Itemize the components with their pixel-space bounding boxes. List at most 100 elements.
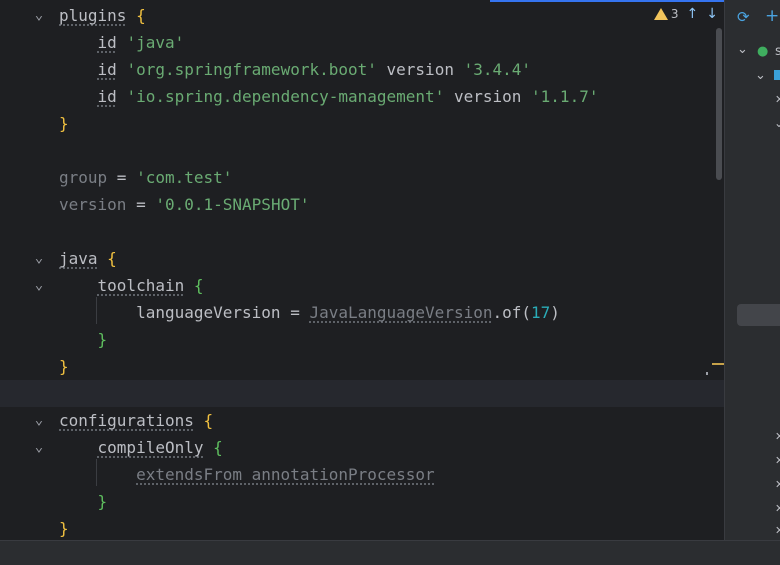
code-text: java {	[59, 245, 117, 272]
code-token: }	[59, 357, 69, 376]
code-line[interactable]: }	[0, 110, 724, 137]
indent-guide	[96, 459, 97, 486]
sync-icon[interactable]: ⟳	[737, 8, 750, 26]
code-line[interactable]: ⌄ compileOnly {	[0, 434, 724, 461]
code-line[interactable]: ⌄ plugins {	[0, 2, 724, 29]
code-text: }	[59, 515, 69, 540]
inspection-widget[interactable]: 3 ↑ ↓	[653, 5, 718, 23]
code-line[interactable]: ⌄ toolchain {	[0, 272, 724, 299]
code-token: extendsFrom annotationProcessor	[136, 465, 435, 484]
code-token: id	[97, 60, 117, 79]
task-icon: ✕	[775, 478, 780, 491]
fold-chevron-icon[interactable]: ⌄	[30, 272, 48, 299]
code-token: {	[136, 6, 146, 25]
chevron-down-icon[interactable]: ⌄	[755, 68, 766, 83]
chevron-down-icon[interactable]: ⌄	[774, 116, 780, 130]
code-text: id 'io.spring.dependency-management' ver…	[59, 83, 599, 110]
code-token: configurations	[59, 411, 194, 430]
warning-count: 3	[670, 7, 679, 21]
vertical-scrollbar[interactable]	[716, 28, 722, 180]
warning-icon	[653, 8, 668, 20]
code-line[interactable]: extendsFrom annotationProcessor	[0, 461, 724, 488]
code-editor[interactable]: ⌄ plugins { id 'java' id 'org.springframe…	[0, 0, 724, 540]
task-icon: ✕	[775, 93, 780, 106]
code-line[interactable]: ⌄ java {	[0, 245, 724, 272]
code-token: =	[126, 195, 156, 214]
code-token: group	[59, 168, 108, 187]
chevron-down-icon[interactable]: ⌄	[737, 42, 748, 57]
task-icon: ✕	[775, 454, 780, 467]
code-line[interactable]: id 'java'	[0, 29, 724, 56]
code-token: '0.0.1-SNAPSHOT'	[155, 195, 310, 214]
code-token: }	[97, 492, 108, 511]
task-icon: ✕	[775, 502, 780, 515]
task-icon: ✕	[775, 430, 780, 443]
code-token: compileOnly	[97, 438, 204, 457]
code-text: toolchain {	[59, 272, 204, 299]
code-token: {	[193, 276, 204, 295]
code-token: 'io.spring.dependency-management'	[126, 87, 445, 106]
code-text: }	[59, 110, 69, 137]
code-token: {	[213, 438, 223, 457]
code-line[interactable]: }	[0, 353, 724, 380]
code-line[interactable]: languageVersion = JavaLanguageVersion.of…	[0, 299, 724, 326]
arrow-down-icon[interactable]: ↓	[706, 6, 718, 22]
code-token: 17	[531, 303, 551, 322]
code-token: JavaLanguageVersion	[309, 303, 493, 322]
code-token: '1.1.7'	[531, 87, 599, 106]
code-token: .of(	[492, 303, 532, 322]
code-token: 'com.test'	[136, 168, 233, 187]
error-stripe-mark[interactable]	[712, 363, 724, 365]
code-line[interactable]: }	[0, 488, 724, 515]
caret-mark	[706, 372, 708, 375]
code-line[interactable]: ⌄ configurations {	[0, 407, 724, 434]
code-text: id 'java'	[59, 29, 185, 56]
code-token: plugins	[59, 6, 127, 25]
code-line[interactable]	[0, 218, 724, 245]
code-token: java	[59, 249, 98, 268]
gradle-tool-window[interactable]: ⟳ + ⌄ ● s ⌄ ✕ ⌄ ✕ ✕ ✕ ✕ ✕	[725, 0, 780, 540]
code-text: languageVersion = JavaLanguageVersion.of…	[59, 299, 560, 326]
code-line[interactable]: }	[0, 515, 724, 540]
code-line[interactable]: group = 'com.test'	[0, 164, 724, 191]
fold-chevron-icon[interactable]: ⌄	[30, 407, 48, 434]
add-icon[interactable]: +	[765, 6, 779, 26]
arrow-up-icon[interactable]: ↑	[687, 6, 699, 22]
fold-chevron-icon[interactable]: ⌄	[30, 2, 48, 29]
code-token: toolchain	[97, 276, 185, 295]
code-token: =	[107, 168, 137, 187]
status-bar	[0, 540, 780, 565]
code-text: id 'org.springframework.boot' version '3…	[59, 56, 532, 83]
code-token: {	[203, 411, 214, 430]
code-line[interactable]: version = '0.0.1-SNAPSHOT'	[0, 191, 724, 218]
module-icon	[774, 70, 780, 80]
task-icon: ✕	[775, 524, 780, 537]
code-line[interactable]	[0, 137, 724, 164]
code-line[interactable]: }	[0, 326, 724, 353]
code-text: }	[59, 326, 108, 353]
fold-chevron-icon[interactable]: ⌄	[30, 245, 48, 272]
code-line[interactable]: id 'io.spring.dependency-management' ver…	[0, 83, 724, 110]
code-line[interactable]	[0, 380, 724, 407]
tree-node-label[interactable]: s	[775, 44, 780, 59]
code-line[interactable]: id 'org.springframework.boot' version '3…	[0, 56, 724, 83]
code-token: {	[107, 249, 117, 268]
selected-row[interactable]	[737, 304, 780, 326]
code-token: '3.4.4'	[463, 60, 532, 79]
fold-chevron-icon[interactable]: ⌄	[30, 434, 48, 461]
code-text: compileOnly {	[59, 434, 223, 461]
code-token: version	[444, 87, 532, 106]
code-token: 'org.springframework.boot'	[126, 60, 377, 79]
code-token: id	[97, 33, 117, 52]
